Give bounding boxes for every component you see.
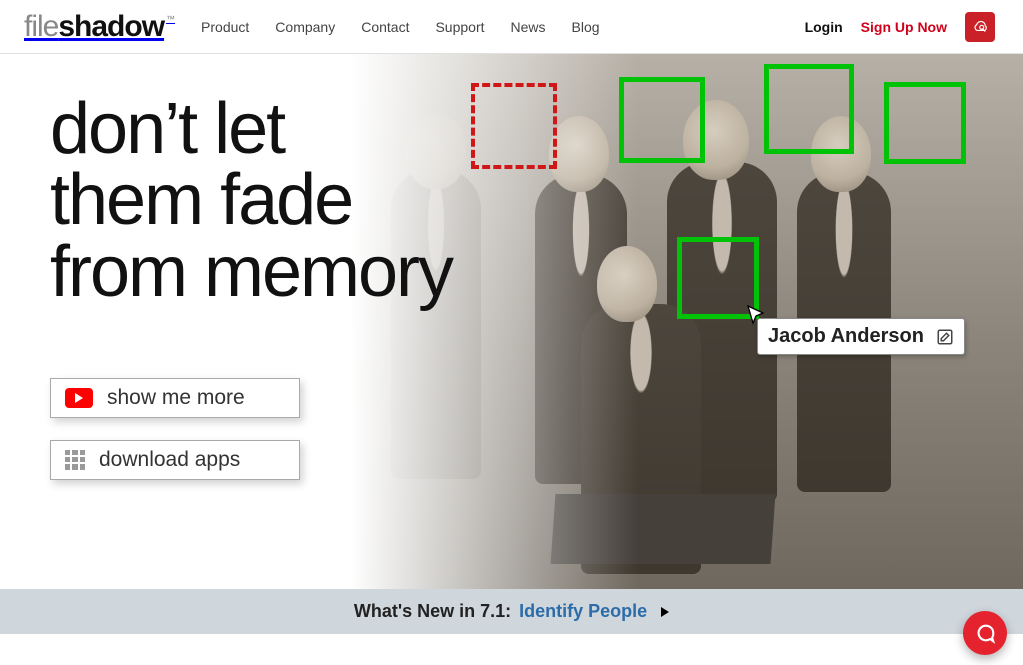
- face-name-tag[interactable]: Jacob Anderson: [757, 318, 965, 355]
- logo-part-file: file: [24, 10, 58, 44]
- login-link[interactable]: Login: [805, 19, 843, 35]
- hero-headline: don’t let them fade from memory: [50, 94, 452, 308]
- face-box-3[interactable]: [884, 82, 966, 164]
- face-box-1[interactable]: [619, 77, 705, 163]
- hero-section: Jacob Anderson don’t let them fade from …: [0, 54, 1023, 589]
- chat-button[interactable]: [963, 611, 1007, 655]
- headline-line2: them fade: [50, 160, 352, 240]
- nav-contact[interactable]: Contact: [361, 19, 409, 35]
- edit-icon: [936, 328, 954, 346]
- apps-grid-icon: [65, 450, 85, 470]
- headline-line3: from memory: [50, 232, 452, 312]
- logo[interactable]: file shadow ™: [24, 10, 173, 44]
- nav-blog[interactable]: Blog: [572, 19, 600, 35]
- chat-icon: [974, 622, 996, 644]
- play-triangle-icon: [661, 607, 669, 617]
- show-me-more-button[interactable]: show me more: [50, 378, 300, 418]
- face-name-text: Jacob Anderson: [768, 325, 924, 348]
- signup-link[interactable]: Sign Up Now: [861, 19, 947, 35]
- face-box-2[interactable]: [764, 64, 854, 154]
- search-button[interactable]: [965, 12, 995, 42]
- headline-line1: don’t let: [50, 89, 284, 169]
- magnifier-cloud-icon: [971, 17, 990, 36]
- site-header: file shadow ™ Product Company Contact Su…: [0, 0, 1023, 54]
- play-icon: [65, 388, 93, 408]
- whats-new-prefix: What's New in 7.1:: [354, 601, 511, 622]
- hero-copy: don’t let them fade from memory show me …: [50, 94, 452, 480]
- whats-new-banner: What's New in 7.1: Identify People: [0, 589, 1023, 634]
- download-apps-button[interactable]: download apps: [50, 440, 300, 480]
- nav-support[interactable]: Support: [435, 19, 484, 35]
- logo-part-shadow: shadow: [58, 10, 164, 44]
- nav-product[interactable]: Product: [201, 19, 249, 35]
- whats-new-link[interactable]: Identify People: [519, 601, 647, 622]
- header-right: Login Sign Up Now: [805, 12, 995, 42]
- logo-trademark: ™: [166, 14, 175, 24]
- nav-company[interactable]: Company: [275, 19, 335, 35]
- face-box-faded: [471, 83, 557, 169]
- cta-group: show me more download apps: [50, 378, 300, 480]
- download-apps-label: download apps: [99, 448, 240, 472]
- show-me-more-label: show me more: [107, 386, 245, 410]
- nav-news[interactable]: News: [511, 19, 546, 35]
- primary-nav: Product Company Contact Support News Blo…: [201, 19, 600, 35]
